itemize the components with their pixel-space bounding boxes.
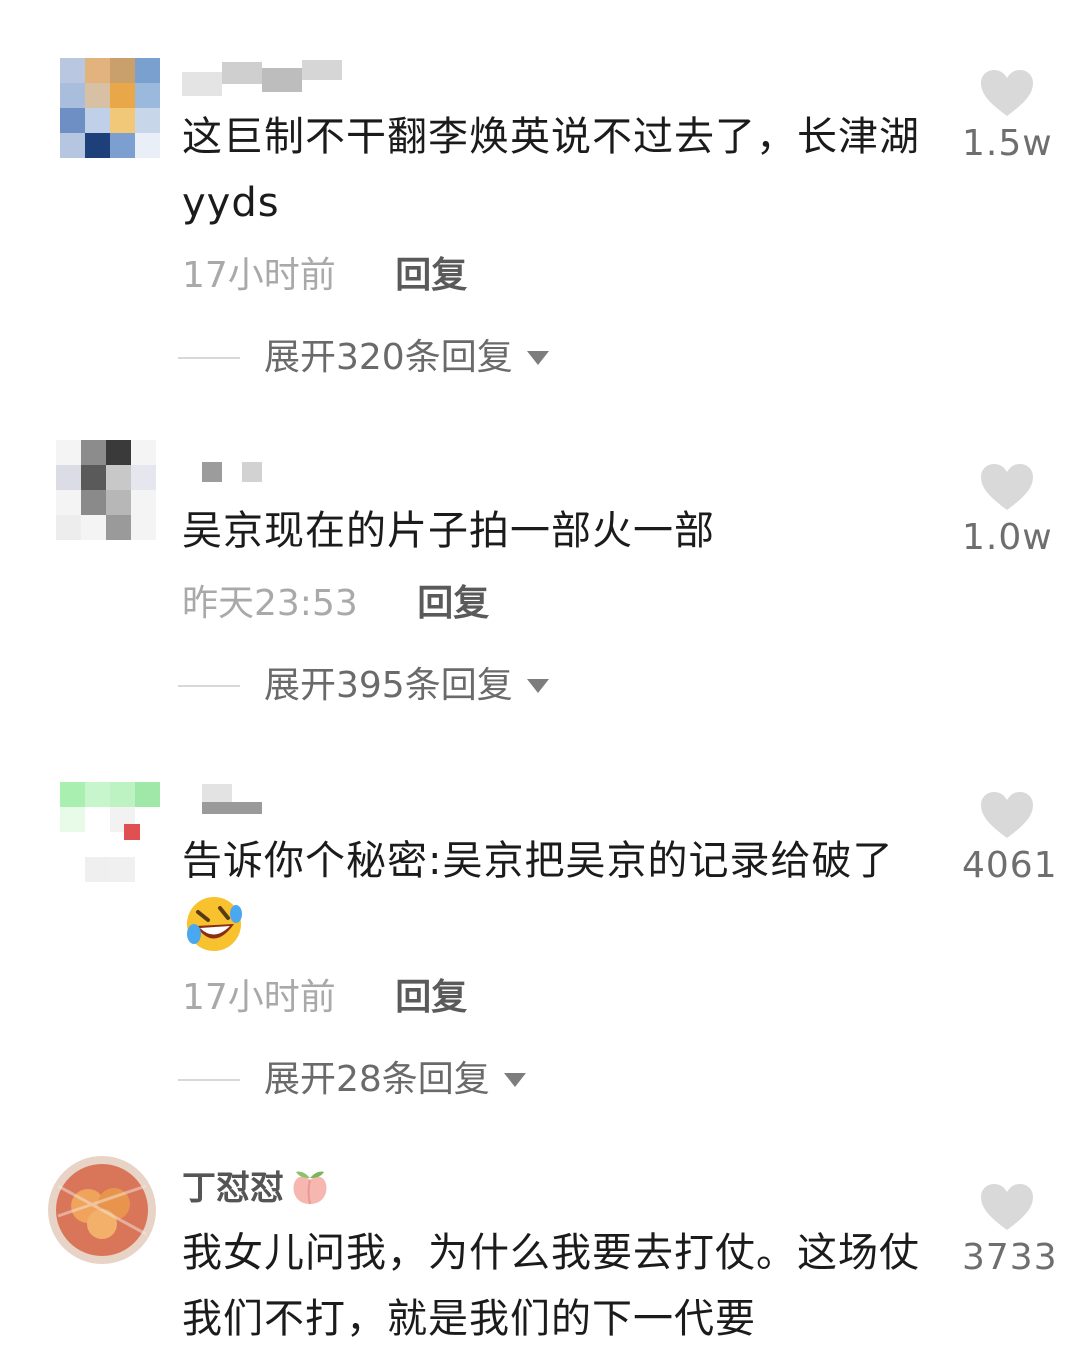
reply-button[interactable]: 回复 [417,583,489,624]
comment-3: 告诉你个秘密:吴京把吴京的记录给破了 17小时前 回复 展开28条回复 4061 [0,750,1080,1150]
expand-replies-label: 展开320条回复 [264,337,513,378]
avatar[interactable] [60,58,160,158]
rofl-emoji [184,894,244,974]
like-count: 1.5w [962,123,1053,164]
like-button[interactable]: 1.0w [962,462,1052,558]
heart-icon [981,464,1033,510]
expand-replies-button[interactable]: 展开395条回复 [178,666,549,706]
heart-icon [981,792,1033,838]
divider [178,357,240,359]
expand-replies-button[interactable]: 展开320条回复 [178,338,549,378]
comment-meta: 17小时前 回复 [182,978,467,1018]
avatar[interactable] [48,1156,156,1264]
comment-time: 17小时前 [182,255,336,296]
heart-icon [981,70,1033,116]
avatar[interactable] [60,782,160,882]
like-button[interactable]: 1.5w [962,68,1052,164]
divider [178,1079,240,1081]
like-button[interactable]: 4061 [962,790,1058,886]
comment-2: 吴京现在的片子拍一部火一部 昨天23:53 回复 展开395条回复 1.0w [0,420,1080,750]
comment-1: 这巨制不干翻李焕英说不过去了，长津湖yyds 17小时前 回复 展开320条回复… [0,0,1080,420]
comment-text: 我女儿问我，为什么我要去打仗。这场仗我们不打，就是我们的下一代要 [182,1230,920,1342]
comment-text: 这巨制不干翻李焕英说不过去了，长津湖yyds [182,114,920,226]
username[interactable]: 丁怼怼 [182,1164,332,1208]
divider [178,685,240,687]
comment-text: 吴京现在的片子拍一部火一部 [182,508,715,554]
like-count: 4061 [962,845,1058,886]
comment-meta: 昨天23:53 回复 [182,584,489,624]
expand-replies-label: 展开28条回复 [264,1059,490,1100]
avatar[interactable] [56,440,156,540]
expand-replies-button[interactable]: 展开28条回复 [178,1060,526,1100]
like-count: 3733 [962,1237,1058,1278]
comment-text-body: 告诉你个秘密:吴京把吴京的记录给破了 [182,838,894,884]
username-label: 丁怼怼 [182,1168,284,1209]
like-count: 1.0w [962,517,1053,558]
reply-button[interactable]: 回复 [395,977,467,1018]
username-blurred[interactable] [182,58,352,96]
username-blurred[interactable] [182,460,272,484]
caret-down-icon [526,351,549,365]
like-button[interactable]: 3733 [962,1182,1058,1278]
caret-down-icon [503,1073,526,1087]
comment-time: 昨天23:53 [182,583,358,624]
comment-4: 丁怼怼 我女儿问我，为什么我要去打仗。这场仗我们不打，就是我们的下一代要 373… [0,1150,1080,1342]
username-blurred[interactable] [182,782,272,814]
comment-meta: 17小时前 回复 [182,256,467,296]
expand-replies-label: 展开395条回复 [264,665,513,706]
peach-emoji [288,1164,332,1216]
comment-text: 告诉你个秘密:吴京把吴京的记录给破了 [182,828,922,974]
comment-time: 17小时前 [182,977,336,1018]
caret-down-icon [526,679,549,693]
reply-button[interactable]: 回复 [395,255,467,296]
heart-icon [981,1184,1033,1230]
